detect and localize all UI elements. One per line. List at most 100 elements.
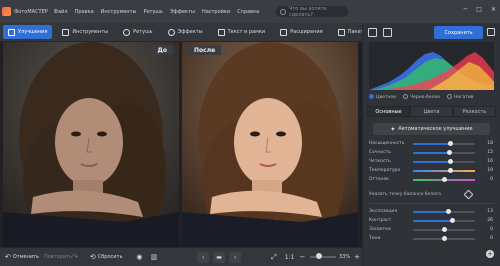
plus-icon: + (354, 253, 360, 261)
slider-handle[interactable] (448, 140, 454, 146)
adjustment-tabs: Основные Цвета Резкость (367, 106, 496, 117)
fit-screen-button[interactable]: ⤢ (271, 253, 279, 262)
before-label: До (151, 45, 173, 55)
tool-label: Инструменты (72, 29, 109, 35)
ratio-label: 1:1 (284, 253, 295, 261)
exposure-slider[interactable] (413, 208, 475, 214)
actual-size-button[interactable]: 1:1 (285, 254, 295, 261)
menu-item-help[interactable]: Справка (237, 9, 259, 15)
tool-extensions[interactable]: Расширения (275, 25, 327, 39)
clarity-slider[interactable] (413, 158, 475, 164)
auto-enhance-button[interactable]: ✦ Автоматическое улучшение (373, 123, 490, 135)
slider-row-vibrance: Сочность 15 (369, 148, 494, 157)
open-folder-button[interactable]: ▬ (213, 251, 226, 263)
white-balance-row: Указать точку баланса белого (363, 188, 500, 200)
slider-handle[interactable] (446, 149, 452, 155)
tab-label: Резкость (462, 108, 487, 115)
slider-row-shadows: Тени 0 (369, 234, 494, 243)
previous-photo-button[interactable]: ‹ (197, 251, 210, 263)
save-label: Сохранить (444, 29, 473, 36)
search-icon (280, 8, 286, 15)
slider-row-tint: Оттенок 0 (369, 175, 494, 184)
plus-icon (280, 28, 288, 36)
main-menu: Файл Правка Инструменты Ретушь Эффекты Н… (54, 9, 266, 15)
mode-color[interactable]: Цветное (369, 94, 396, 100)
slider-handle[interactable] (447, 158, 453, 164)
tool-effects[interactable]: Эффекты (163, 25, 208, 39)
tool-label: Текст и рамки (227, 29, 266, 35)
tab-basic[interactable]: Основные (367, 106, 410, 117)
minus-icon: − (299, 253, 306, 261)
mode-negative[interactable]: Негатив (446, 94, 473, 100)
slider-label: Температура (369, 168, 401, 173)
shadows-slider[interactable] (413, 235, 475, 241)
zoom-in-button[interactable]: + (354, 253, 362, 261)
slider-value: 18 (487, 141, 493, 146)
compare-view-button[interactable]: ◉ (136, 253, 144, 261)
highlights-slider[interactable] (413, 226, 475, 232)
app-logo-icon (2, 7, 11, 16)
slider-handle[interactable] (442, 176, 447, 182)
slider-handle[interactable] (448, 167, 454, 173)
slider-handle[interactable] (446, 208, 452, 214)
save-button[interactable]: Сохранить (434, 26, 483, 39)
tab-colors[interactable]: Цвета (410, 106, 453, 117)
slider-handle[interactable] (442, 226, 447, 232)
history-icon[interactable] (368, 28, 377, 37)
slider-label: Контраст (369, 218, 392, 223)
auto-enhance-label: Автоматическое улучшение (398, 126, 473, 132)
slider-row-highlights: Засветки 0 (369, 225, 494, 234)
slider-label: Оттенок (369, 177, 389, 182)
exposure-sliders: Экспозиция 13 Контраст 26 Засветки 0 Тен… (363, 207, 500, 243)
undo-button[interactable]: ↶ Отменить (5, 253, 39, 261)
menu-item-edit[interactable]: Правка (75, 9, 94, 15)
menu-item-tools[interactable]: Инструменты (101, 9, 137, 15)
after-photo (182, 42, 358, 247)
menu-item-file[interactable]: Файл (54, 9, 68, 15)
tool-text-frames[interactable]: Текст и рамки (213, 25, 271, 39)
sliders-icon (8, 28, 15, 36)
slider-label: Засветки (369, 227, 391, 232)
zoom-slider-handle[interactable] (316, 253, 323, 259)
brush-icon (123, 28, 131, 36)
tint-slider[interactable] (413, 176, 475, 182)
eyedropper-icon[interactable] (463, 189, 474, 199)
slider-label: Экспозиция (369, 209, 398, 214)
menu-item-effects[interactable]: Эффекты (170, 9, 195, 15)
slider-label: Сочность (369, 150, 391, 155)
zoom-slider[interactable] (310, 253, 336, 259)
add-button[interactable]: + (486, 250, 494, 258)
slider-handle[interactable] (442, 235, 447, 241)
layers-icon[interactable] (383, 28, 392, 37)
redo-button[interactable]: Повторить ↷ (44, 253, 80, 261)
tool-retouch[interactable]: Ретушь (118, 25, 158, 39)
tool-tools[interactable]: Инструменты (57, 25, 113, 39)
minimize-icon[interactable]: ─ (464, 6, 468, 13)
split-view-icon: ▥ (150, 253, 158, 261)
fit-screen-icon: ⤢ (271, 252, 277, 261)
contrast-slider[interactable] (413, 217, 475, 223)
vibrance-slider[interactable] (413, 149, 475, 155)
tool-enhancements[interactable]: Улучшения (3, 25, 53, 39)
temperature-slider[interactable] (413, 167, 475, 173)
histogram-mode-group: Цветное Черно-белое Негатив (363, 90, 500, 104)
mode-bw[interactable]: Черно-белое (403, 94, 440, 100)
maximize-icon[interactable]: □ (476, 6, 482, 13)
slider-value: 0 (490, 177, 493, 182)
menu-item-retouch[interactable]: Ретушь (143, 9, 163, 15)
search-input[interactable]: Что вы хотите сделать? (276, 6, 349, 18)
zoom-out-button[interactable]: − (299, 253, 307, 261)
close-icon[interactable]: ✕ (491, 6, 496, 13)
slider-handle[interactable] (450, 217, 456, 223)
print-icon[interactable] (487, 28, 495, 36)
menu-item-settings[interactable]: Настройки (202, 9, 230, 15)
reset-label: Сбросить (97, 254, 123, 260)
chevron-right-icon: › (233, 253, 237, 261)
split-view-button[interactable]: ▥ (151, 253, 160, 261)
saturation-slider[interactable] (413, 140, 475, 146)
reset-button[interactable]: ⟲ Сбросить (90, 253, 123, 261)
eye-icon: ◉ (136, 253, 143, 261)
tab-sharpness[interactable]: Резкость (453, 106, 496, 117)
tab-label: Цвета (423, 108, 440, 115)
next-photo-button[interactable]: › (229, 251, 242, 263)
